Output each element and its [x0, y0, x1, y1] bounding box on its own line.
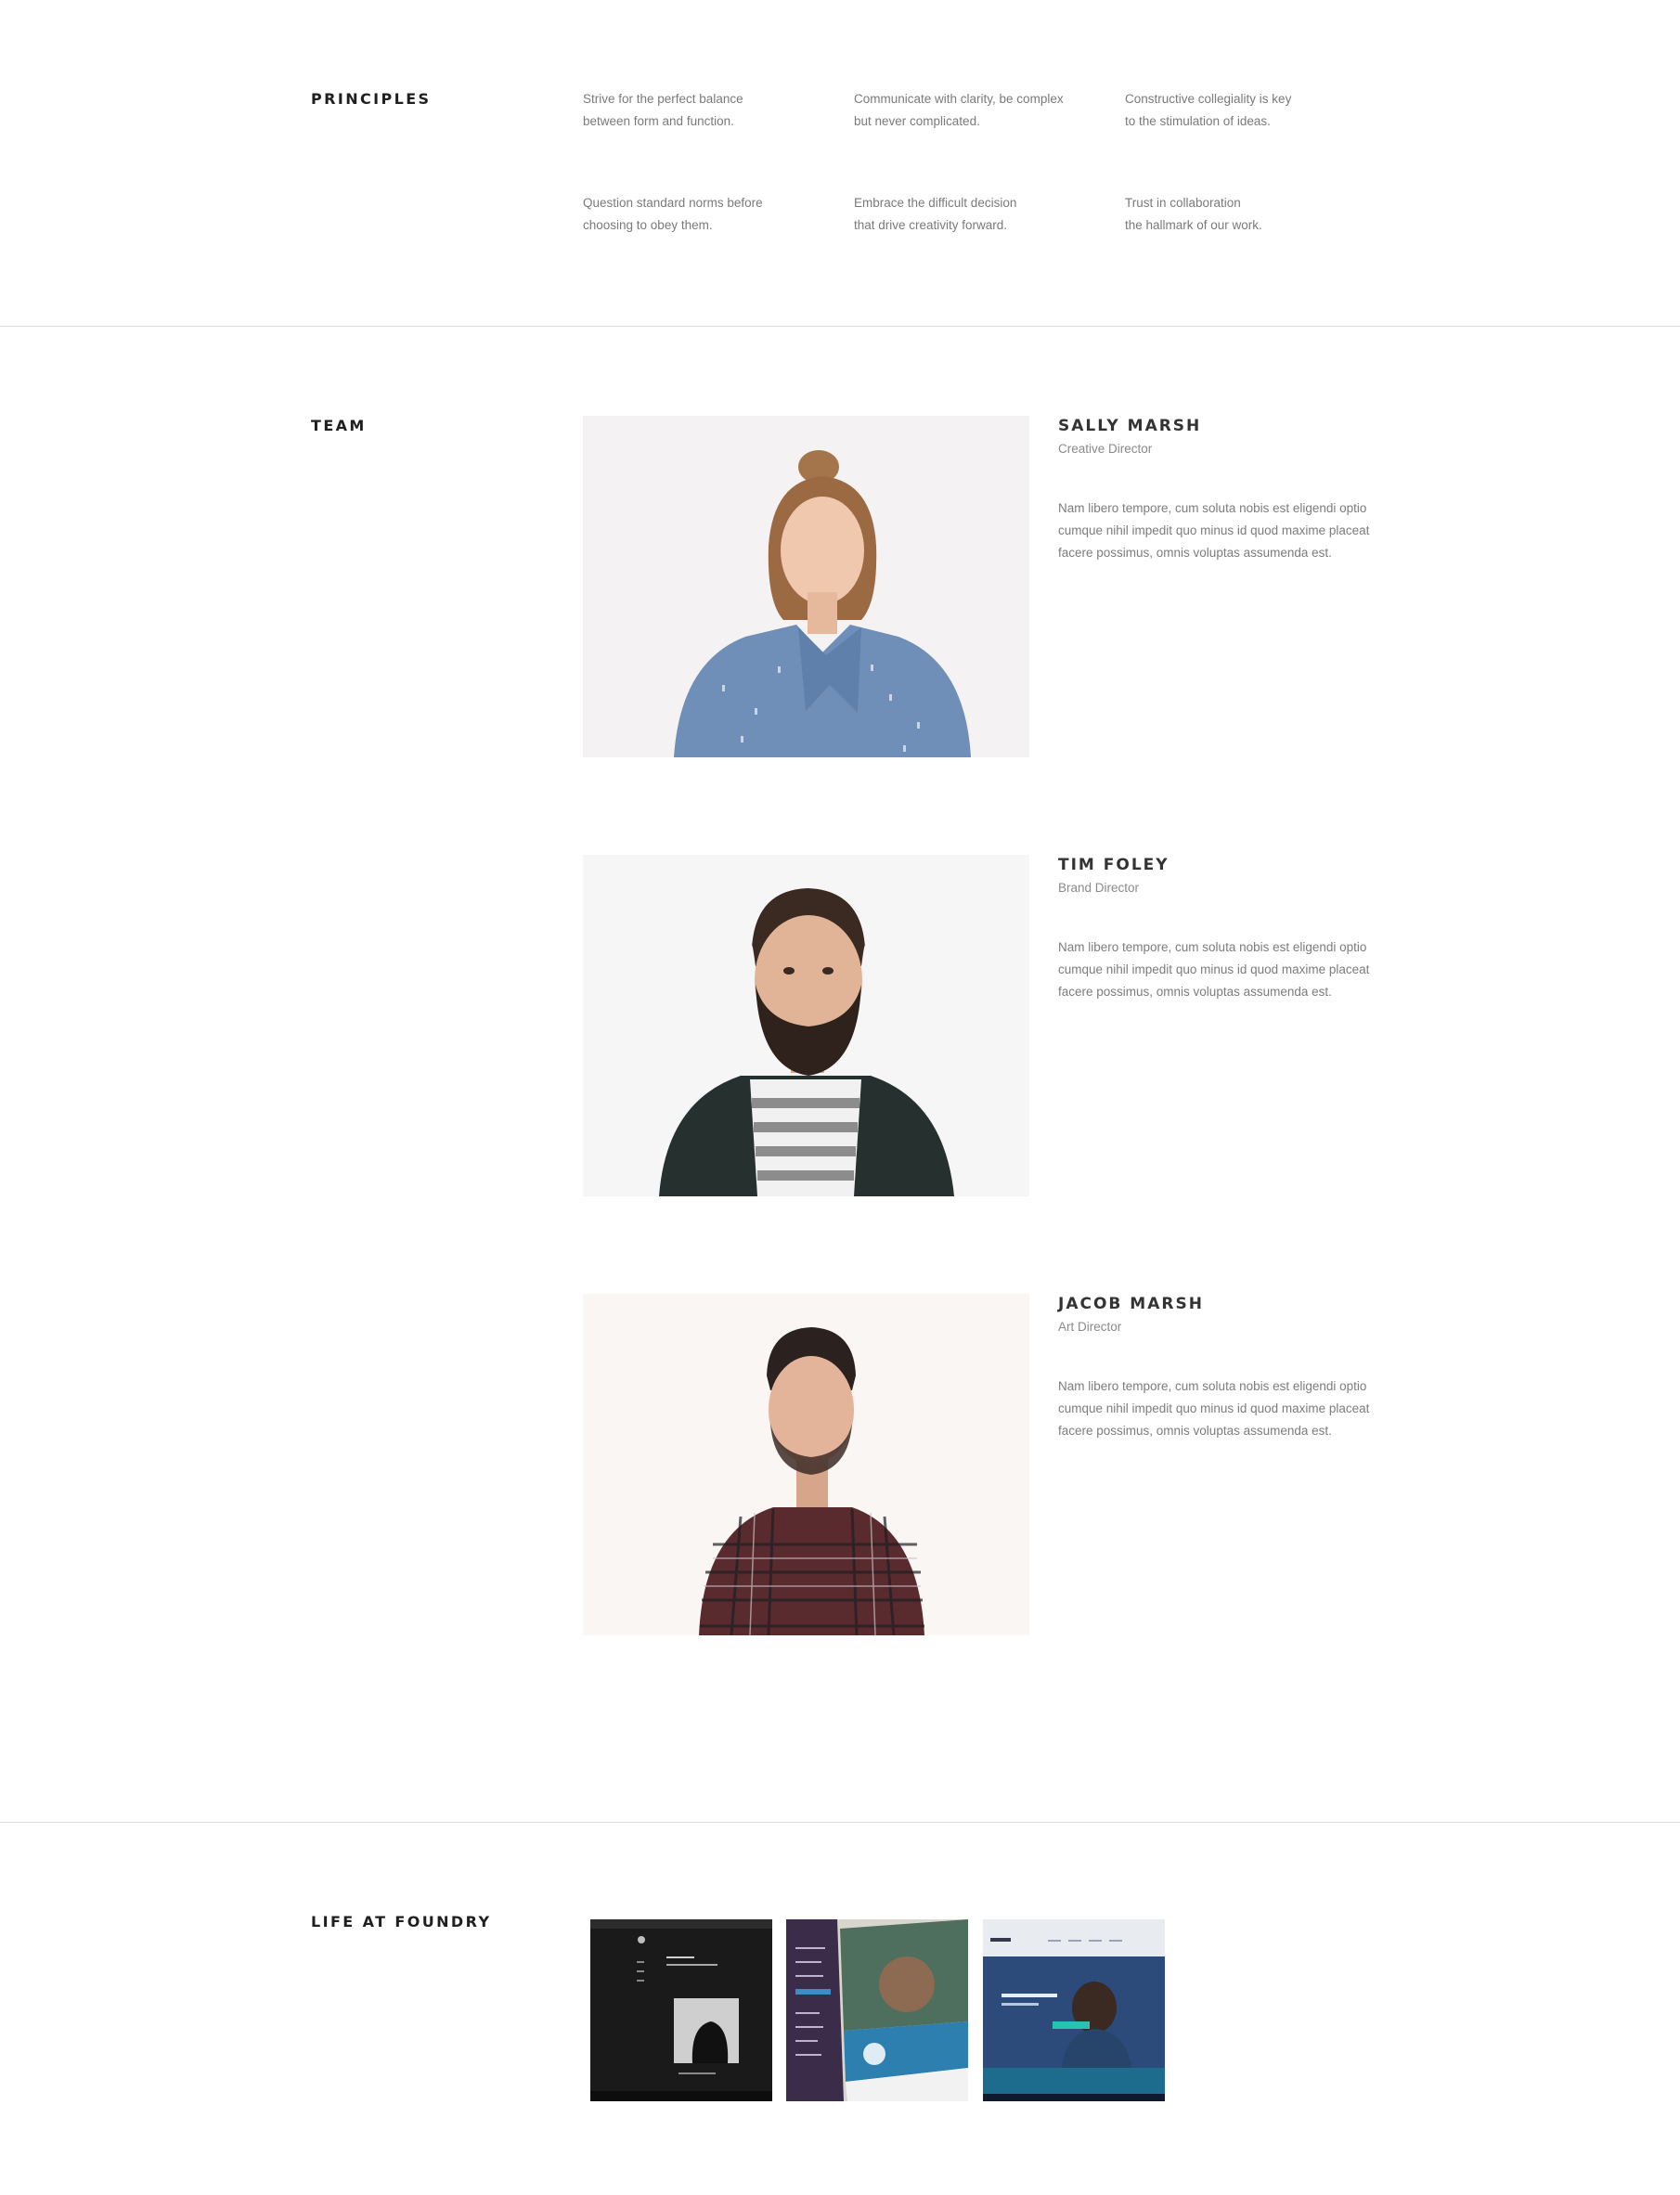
- team-member-role: Creative Director: [1058, 442, 1153, 456]
- principle-item: Strive for the perfect balance between f…: [583, 92, 743, 128]
- life-photo-purple-website[interactable]: [786, 1919, 968, 2101]
- team-member-name: SALLY MARSH: [1058, 417, 1202, 435]
- team-member-name: JACOB MARSH: [1058, 1295, 1204, 1313]
- life-heading: LIFE AT FOUNDRY: [311, 1913, 492, 1930]
- principle-item: Embrace the difficult decision that driv…: [854, 196, 1017, 232]
- principle-item: Constructive collegiality is key to the …: [1125, 92, 1292, 128]
- team-member-role: Brand Director: [1058, 881, 1140, 895]
- team-member-photo-jacob: [583, 1294, 1029, 1635]
- team-heading: TEAM: [311, 417, 367, 434]
- team-member-bio: Nam libero tempore, cum soluta nobis est…: [1058, 940, 1370, 999]
- life-photo-dark-website[interactable]: [590, 1919, 772, 2101]
- team-member-photo-sally: [583, 416, 1029, 757]
- team-member-photo-tim: [583, 855, 1029, 1196]
- section-divider: [0, 1822, 1680, 1823]
- principles-heading: PRINCIPLES: [311, 90, 432, 108]
- team-member-name: TIM FOLEY: [1058, 856, 1170, 874]
- principle-item: Trust in collaboration the hallmark of o…: [1125, 196, 1262, 232]
- principle-item: Question standard norms before choosing …: [583, 196, 763, 232]
- principle-item: Communicate with clarity, be complex but…: [854, 92, 1064, 128]
- section-divider: [0, 326, 1680, 327]
- team-member-bio: Nam libero tempore, cum soluta nobis est…: [1058, 501, 1370, 560]
- team-member-role: Art Director: [1058, 1320, 1122, 1334]
- life-photo-blue-website[interactable]: [983, 1919, 1165, 2101]
- team-member-bio: Nam libero tempore, cum soluta nobis est…: [1058, 1379, 1370, 1438]
